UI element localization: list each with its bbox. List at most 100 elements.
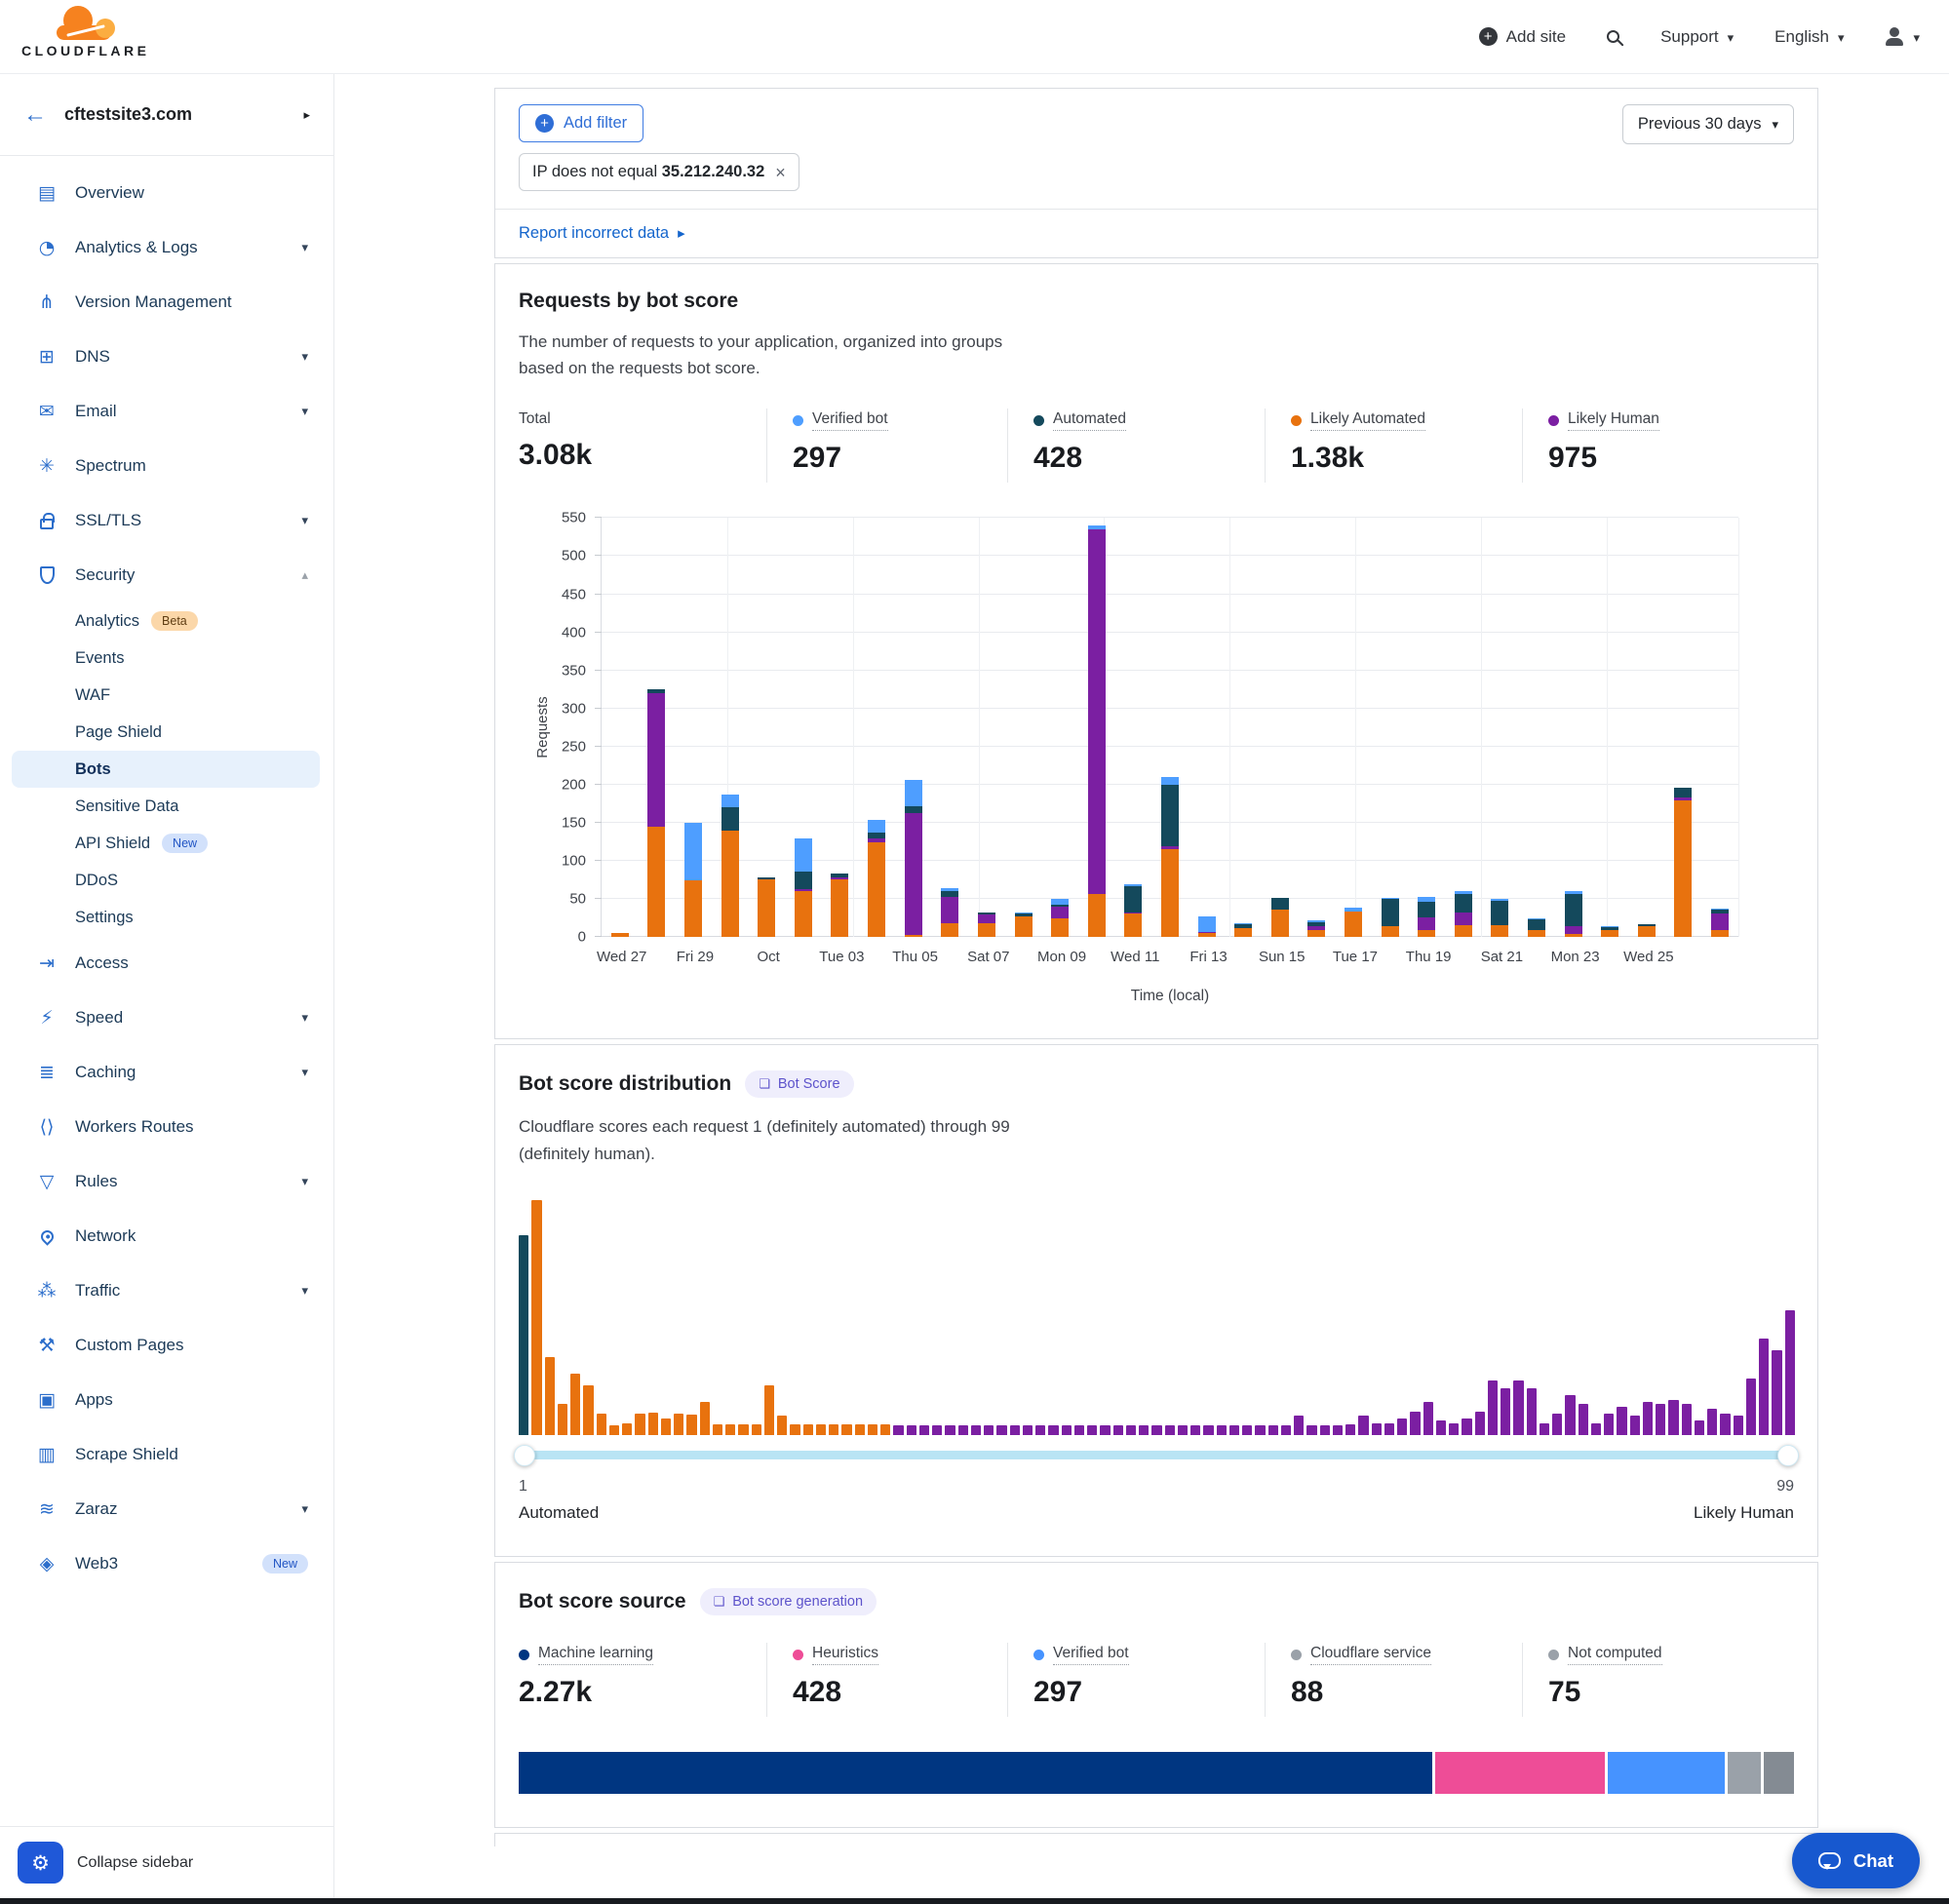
- stat-label[interactable]: Heuristics: [812, 1645, 878, 1665]
- add-site-button[interactable]: Add site: [1479, 27, 1566, 47]
- stacked-bar[interactable]: [611, 518, 629, 937]
- y-tick: [595, 708, 602, 709]
- sidebar-item-rules[interactable]: ▽Rules: [0, 1154, 333, 1209]
- sidebar-item-scrape-shield[interactable]: ▥Scrape Shield: [0, 1427, 333, 1482]
- sidebar-item-analytics[interactable]: AnalyticsBeta: [0, 602, 320, 640]
- sidebar-item-sensitive-data[interactable]: Sensitive Data: [0, 788, 320, 825]
- stacked-bar[interactable]: [868, 518, 885, 937]
- stacked-bar[interactable]: [1051, 518, 1069, 937]
- date-range-dropdown[interactable]: Previous 30 days: [1622, 104, 1794, 144]
- sidebar-item-bots[interactable]: Bots: [12, 751, 320, 788]
- sidebar-item-spectrum[interactable]: ✳Spectrum: [0, 439, 333, 493]
- close-icon[interactable]: [775, 164, 786, 181]
- stacked-bar[interactable]: [758, 518, 775, 937]
- source-segment-machine-learning[interactable]: [519, 1752, 1435, 1794]
- sidebar-item-traffic[interactable]: ⁂Traffic: [0, 1263, 333, 1318]
- support-menu[interactable]: Support: [1660, 27, 1734, 47]
- stacked-bar[interactable]: [905, 518, 922, 937]
- stacked-bar[interactable]: [1528, 518, 1545, 937]
- stacked-bar[interactable]: [1015, 518, 1033, 937]
- slider-handle-max[interactable]: [1777, 1445, 1799, 1466]
- stat-label[interactable]: Likely Automated: [1310, 410, 1425, 431]
- site-selector[interactable]: ← cftestsite3.com ▸: [0, 74, 333, 156]
- stacked-bar[interactable]: [721, 518, 739, 937]
- stacked-bar[interactable]: [1382, 518, 1399, 937]
- source-segment-cloudflare-service[interactable]: [1728, 1752, 1763, 1794]
- logo-text: CLOUDFLARE: [21, 43, 149, 58]
- sidebar-item-api-shield[interactable]: API ShieldNew: [0, 825, 320, 862]
- collapse-sidebar[interactable]: Collapse sidebar: [0, 1826, 333, 1898]
- stacked-bar[interactable]: [1198, 518, 1216, 937]
- filter-chip[interactable]: IP does not equal 35.212.240.32: [519, 153, 799, 191]
- stacked-bar[interactable]: [1088, 518, 1106, 937]
- stat-label[interactable]: Machine learning: [538, 1645, 653, 1665]
- source-segment-not-computed[interactable]: [1764, 1752, 1794, 1794]
- sidebar-item-events[interactable]: Events: [0, 640, 320, 677]
- bot-score-generation-badge[interactable]: Bot score generation: [700, 1588, 877, 1615]
- chevron-right-icon[interactable]: ▸: [303, 107, 310, 123]
- sidebar-item-version-management[interactable]: ⋔Version Management: [0, 275, 333, 330]
- stacked-bar[interactable]: [1161, 518, 1179, 937]
- sidebar-item-security[interactable]: Security: [0, 548, 333, 602]
- sidebar-item-workers-routes[interactable]: ⟨⟩Workers Routes: [0, 1100, 333, 1154]
- add-filter-button[interactable]: Add filter: [519, 104, 643, 142]
- stat-machine-learning: Machine learning2.27k: [519, 1643, 766, 1717]
- sidebar-item-ssl-tls[interactable]: SSL/TLS: [0, 493, 333, 548]
- stacked-bar[interactable]: [978, 518, 995, 937]
- stacked-bar[interactable]: [1307, 518, 1325, 937]
- sidebar-item-settings[interactable]: Settings: [0, 899, 320, 936]
- stacked-bar[interactable]: [1601, 518, 1618, 937]
- sidebar-item-page-shield[interactable]: Page Shield: [0, 714, 320, 751]
- sidebar-item-email[interactable]: ✉Email: [0, 384, 333, 439]
- sidebar-item-apps[interactable]: ▣Apps: [0, 1373, 333, 1427]
- stacked-bar[interactable]: [1638, 518, 1656, 937]
- stacked-bar[interactable]: [1711, 518, 1729, 937]
- slider-handle-min[interactable]: [514, 1445, 535, 1466]
- stat-label[interactable]: Not computed: [1568, 1645, 1662, 1665]
- stacked-bar[interactable]: [1234, 518, 1252, 937]
- stacked-bar[interactable]: [941, 518, 958, 937]
- sidebar-item-caching[interactable]: ≣Caching: [0, 1045, 333, 1100]
- stacked-bar[interactable]: [1455, 518, 1472, 937]
- report-incorrect-data-link[interactable]: Report incorrect data: [495, 209, 1817, 257]
- stacked-bar[interactable]: [1674, 518, 1692, 937]
- gear-button[interactable]: [18, 1842, 63, 1884]
- stat-label[interactable]: Verified bot: [812, 410, 888, 431]
- sidebar-item-waf[interactable]: WAF: [0, 677, 320, 714]
- sidebar-item-custom-pages[interactable]: ⚒Custom Pages: [0, 1318, 333, 1373]
- stacked-bar[interactable]: [831, 518, 848, 937]
- sidebar-item-network[interactable]: Network: [0, 1209, 333, 1263]
- stat-label[interactable]: Cloudflare service: [1310, 1645, 1431, 1665]
- sidebar-item-analytics-logs[interactable]: ◔Analytics & Logs: [0, 220, 333, 275]
- language-menu[interactable]: English: [1774, 27, 1844, 47]
- stacked-bar[interactable]: [684, 518, 702, 937]
- search-button[interactable]: [1607, 30, 1619, 43]
- stat-label[interactable]: Likely Human: [1568, 410, 1659, 431]
- stacked-bar[interactable]: [795, 518, 812, 937]
- stacked-bar[interactable]: [1418, 518, 1435, 937]
- sidebar-item-web3[interactable]: ◈Web3New: [0, 1536, 333, 1591]
- chat-button[interactable]: Chat: [1792, 1833, 1920, 1888]
- sidebar-item-speed[interactable]: ⚡Speed: [0, 991, 333, 1045]
- stacked-bar[interactable]: [1565, 518, 1582, 937]
- sidebar-item-zaraz[interactable]: ≋Zaraz: [0, 1482, 333, 1536]
- y-tick-label: 250: [562, 738, 586, 755]
- sidebar-item-dns[interactable]: ⊞DNS: [0, 330, 333, 384]
- stacked-bar[interactable]: [1491, 518, 1508, 937]
- sidebar-item-access[interactable]: ⇥Access: [0, 936, 333, 991]
- sidebar-item-ddos[interactable]: DDoS: [0, 862, 320, 899]
- account-menu[interactable]: [1885, 27, 1920, 47]
- cloudflare-logo[interactable]: CLOUDFLARE: [21, 15, 149, 58]
- source-segment-heuristics[interactable]: [1435, 1752, 1608, 1794]
- source-segment-verified-bot[interactable]: [1608, 1752, 1728, 1794]
- back-arrow-icon[interactable]: ←: [23, 101, 47, 129]
- stacked-bar[interactable]: [1345, 518, 1362, 937]
- sidebar-item-overview[interactable]: ▤Overview: [0, 166, 333, 220]
- stacked-bar[interactable]: [1271, 518, 1289, 937]
- bot-score-badge[interactable]: Bot Score: [745, 1070, 853, 1098]
- stacked-bar[interactable]: [1124, 518, 1142, 937]
- stacked-bar[interactable]: [647, 518, 665, 937]
- slider-track[interactable]: [519, 1451, 1794, 1459]
- stat-label[interactable]: Automated: [1053, 410, 1126, 431]
- stat-label[interactable]: Verified bot: [1053, 1645, 1129, 1665]
